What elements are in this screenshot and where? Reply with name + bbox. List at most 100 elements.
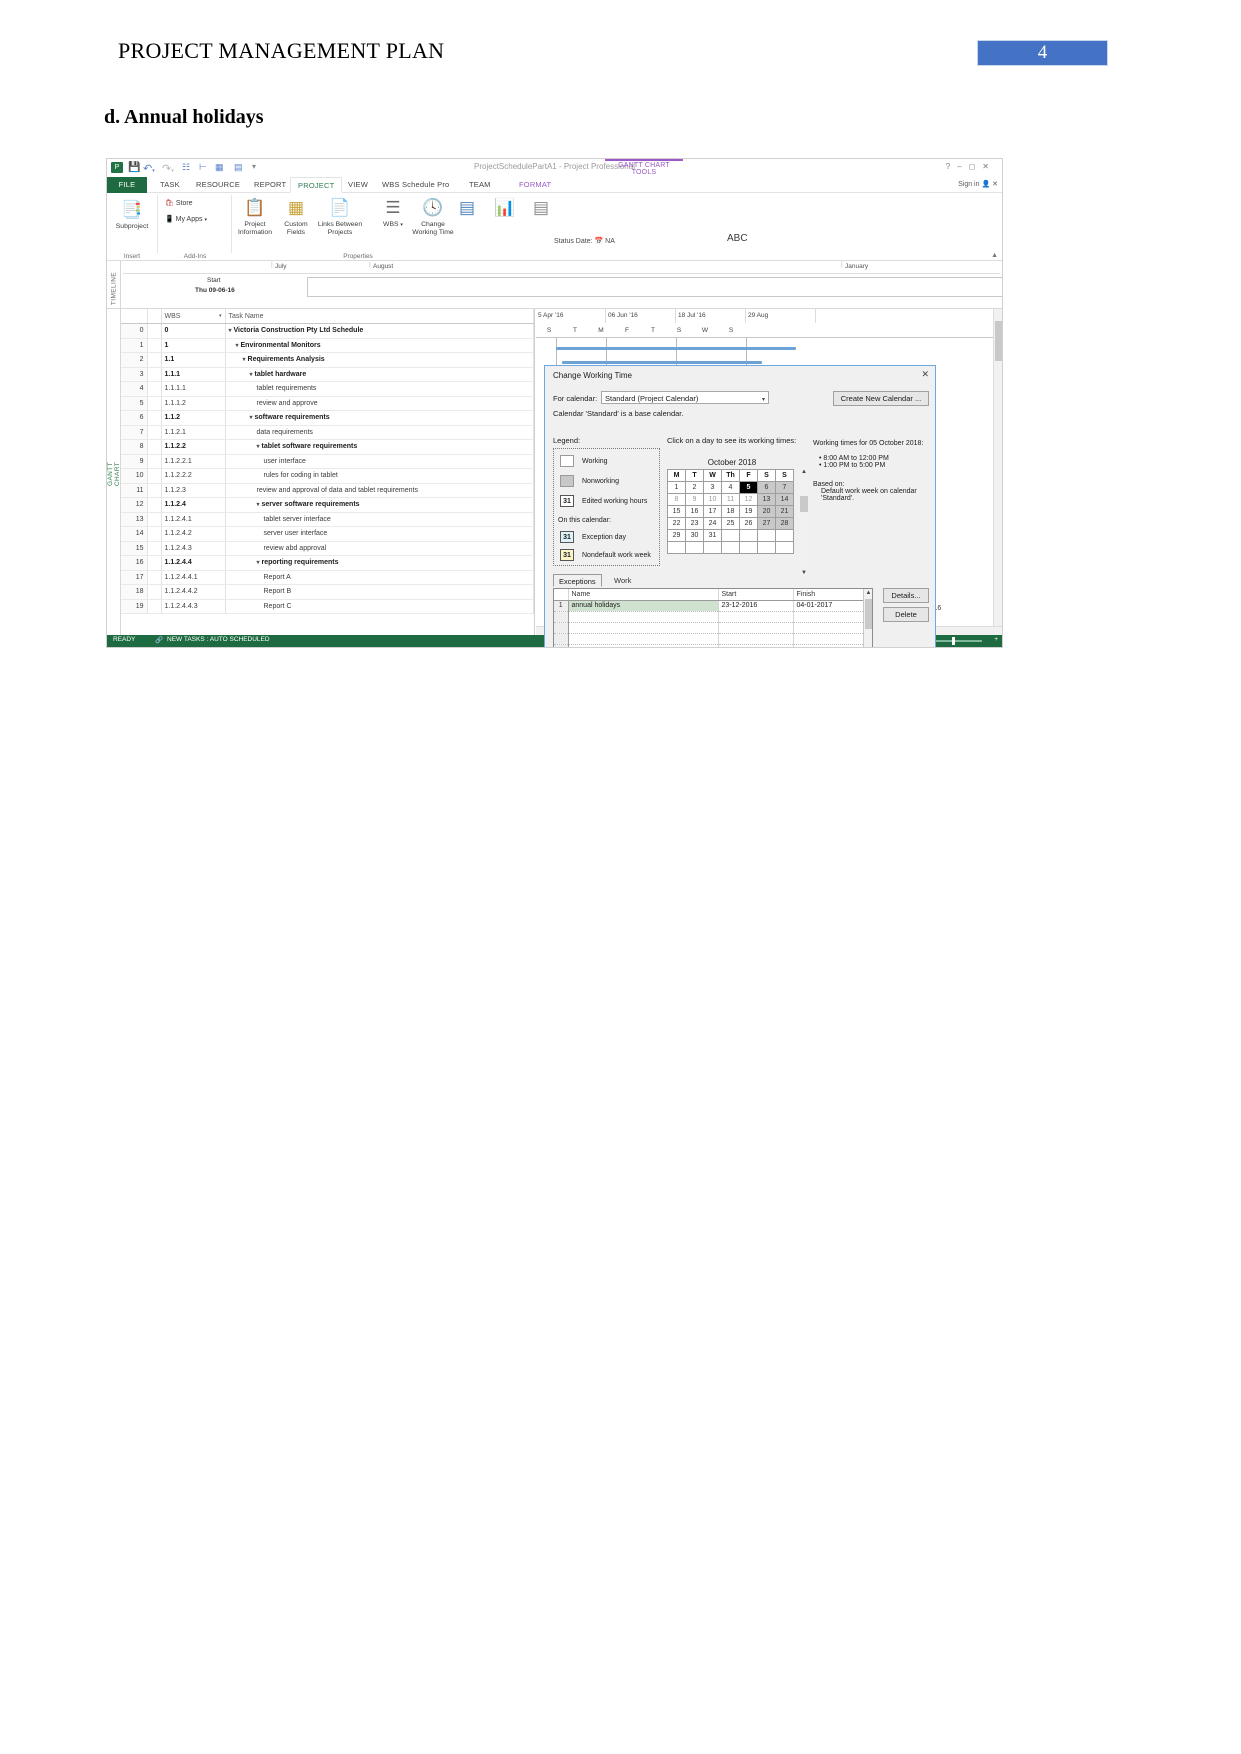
table-row[interactable]: 15 1.1.2.4.3 review abd approval [121, 541, 534, 556]
exception-empty-cell[interactable] [568, 622, 719, 634]
my-apps-button[interactable]: 📱 My Apps ▾ [165, 215, 207, 223]
calendar-day-19[interactable]: 19 [739, 505, 758, 518]
subproject-button[interactable]: 📑 Subproject [112, 197, 152, 231]
table-row[interactable]: 14 1.1.2.4.2 server user interface [121, 526, 534, 542]
col-id[interactable] [121, 309, 148, 324]
expander-icon[interactable]: ▾ [257, 502, 260, 508]
exception-empty-cell[interactable] [554, 611, 569, 623]
calendar-day-1[interactable]: 1 [667, 481, 686, 494]
calendar-day-27[interactable]: 27 [757, 517, 776, 530]
gantt-chart-side-tab[interactable]: GANTT CHART [107, 309, 121, 639]
calendar-scrollbar[interactable]: ▲ ▼ [799, 468, 809, 578]
exception-empty-cell[interactable] [718, 644, 794, 647]
calendar-day-25[interactable]: 25 [721, 517, 740, 530]
col-indicator[interactable] [147, 309, 162, 324]
table-row[interactable]: 0 0 ▾ Victoria Construction Pty Ltd Schedul… [121, 323, 534, 339]
project-information-button[interactable]: 📋 Project Information [235, 195, 275, 237]
wbs-button[interactable]: ☰ WBS ▾ [373, 195, 413, 229]
calendar-day-21[interactable]: 21 [775, 505, 794, 518]
store-button[interactable]: 🛍 Store [165, 199, 193, 207]
tab-resource[interactable]: RESOURCE [189, 177, 247, 193]
exception-empty-cell[interactable] [793, 644, 872, 647]
exception-row-finish[interactable]: 04-01-2017 [793, 600, 872, 612]
gantt-vertical-scrollbar[interactable] [993, 309, 1002, 639]
chevron-up-icon[interactable]: ▲ [864, 589, 872, 598]
calendar-day-10[interactable]: 10 [703, 493, 722, 506]
exception-empty-cell[interactable] [718, 633, 794, 645]
sign-in-button[interactable]: Sign in 👤 ✕ [958, 177, 998, 193]
exception-empty-cell[interactable] [793, 611, 872, 623]
calendar-day-9[interactable]: 9 [685, 493, 704, 506]
table-row[interactable]: 18 1.1.2.4.4.2 Report B [121, 584, 534, 600]
calendar-day-7[interactable]: 7 [775, 481, 794, 494]
calendar-day-5[interactable]: 5 [739, 481, 758, 494]
table-row[interactable]: 16 1.1.2.4.4 ▾ reporting requirements [121, 555, 534, 571]
exception-empty-cell[interactable] [793, 622, 872, 634]
table-row[interactable]: 6 1.1.2 ▾ software requirements [121, 410, 534, 426]
exception-row-start[interactable]: 23-12-2016 [718, 600, 794, 612]
expander-icon[interactable]: ▾ [229, 328, 232, 334]
calendar-day-18[interactable]: 18 [721, 505, 740, 518]
expander-icon[interactable]: ▾ [250, 415, 253, 421]
exception-empty-cell[interactable] [718, 611, 794, 623]
table-row[interactable]: 2 1.1 ▾ Requirements Analysis [121, 352, 534, 368]
exception-empty-row[interactable] [554, 622, 872, 634]
table-row[interactable]: 9 1.1.2.2.1 user interface [121, 454, 534, 469]
table-row[interactable]: 8 1.1.2.2 ▾ tablet software requirements [121, 439, 534, 455]
chevron-up-icon[interactable]: ▲ [799, 468, 809, 477]
details-button[interactable]: Details... [883, 588, 929, 603]
tab-task[interactable]: TASK [153, 177, 187, 193]
chevron-down-icon[interactable]: ▾ [219, 313, 222, 319]
exception-row-name[interactable]: annual holidays [568, 600, 719, 612]
col-task-name[interactable]: Task Name [225, 309, 534, 324]
calendar-day-14[interactable]: 14 [775, 493, 794, 506]
tab-exceptions[interactable]: Exceptions [553, 574, 602, 587]
exceptions-col-name[interactable]: Name [568, 589, 719, 601]
timeline-side-tab[interactable]: TIMELINE [107, 261, 121, 308]
calendar-days[interactable]: 1 2 3 4 5 6 7 8 9 10 11 12 13 14 15 16 17 18 19 20 21 22 23 24 2… [667, 481, 794, 554]
move-project-button[interactable]: ▤ [521, 195, 561, 221]
expander-icon[interactable]: ▾ [250, 372, 253, 378]
calendar-day-17[interactable]: 17 [703, 505, 722, 518]
calendar-day-11[interactable]: 11 [721, 493, 740, 506]
tab-wbs-schedule-pro[interactable]: WBS Schedule Pro [375, 177, 456, 193]
gantt-summary-bar[interactable] [556, 347, 796, 350]
chevron-down-icon[interactable]: ▾ [400, 222, 403, 228]
exceptions-rows[interactable]: 1 annual holidays 23-12-2016 04-01-2017 [554, 600, 872, 647]
calendar-day-30[interactable]: 30 [685, 529, 704, 542]
expander-icon[interactable]: ▾ [236, 343, 239, 349]
close-icon[interactable]: ✕ [921, 370, 929, 379]
custom-fields-button[interactable]: ▦ Custom Fields [276, 195, 316, 237]
window-controls[interactable]: ?–◻✕ [946, 162, 996, 171]
exception-row-number[interactable]: 1 [554, 600, 569, 612]
calendar-table[interactable]: M T W Th F S S 1 2 3 4 5 6 7 8 9 10 11 12 13 14 15 16 17 18 19 20… [667, 469, 794, 554]
calendar-day-29[interactable]: 29 [667, 529, 686, 542]
exception-empty-cell[interactable] [718, 622, 794, 634]
calendar-day-23[interactable]: 23 [685, 517, 704, 530]
tab-project[interactable]: PROJECT [290, 177, 343, 193]
exception-empty-cell[interactable] [568, 644, 719, 647]
table-row[interactable]: 17 1.1.2.4.4.1 Report A [121, 570, 534, 585]
calendar-day-28[interactable]: 28 [775, 517, 794, 530]
tab-team[interactable]: TEAM [462, 177, 498, 193]
exception-empty-cell[interactable] [568, 633, 719, 645]
table-row[interactable]: 19 1.1.2.4.4.3 Report C [121, 599, 534, 614]
exception-empty-row[interactable] [554, 644, 872, 647]
calendar-day-3[interactable]: 3 [703, 481, 722, 494]
exception-empty-cell[interactable] [554, 644, 569, 647]
expander-icon[interactable]: ▾ [257, 560, 260, 566]
tab-format[interactable]: FORMAT [512, 177, 558, 193]
calendar-day-15[interactable]: 15 [667, 505, 686, 518]
tab-view[interactable]: VIEW [341, 177, 375, 193]
timeline-bar[interactable] [307, 277, 1002, 297]
set-baseline-button[interactable]: 📊 [485, 195, 525, 221]
tab-file[interactable]: FILE [107, 177, 147, 193]
collapse-ribbon-icon[interactable]: ✕ [992, 181, 998, 188]
zoom-in-button[interactable]: + [994, 636, 998, 643]
for-calendar-select[interactable]: Standard (Project Calendar) ▾ [601, 391, 769, 404]
chevron-down-icon[interactable]: ▾ [762, 395, 765, 406]
chevron-down-icon[interactable]: ▾ [204, 217, 207, 223]
calendar-widget[interactable]: October 2018 M T W Th F S S 1 2 3 4 5 6 7 8 9 10 11 12 13 1… [667, 458, 809, 578]
exceptions-col-finish[interactable]: Finish [793, 589, 872, 601]
links-between-projects-button[interactable]: 📄 Links Between Projects [311, 195, 369, 237]
